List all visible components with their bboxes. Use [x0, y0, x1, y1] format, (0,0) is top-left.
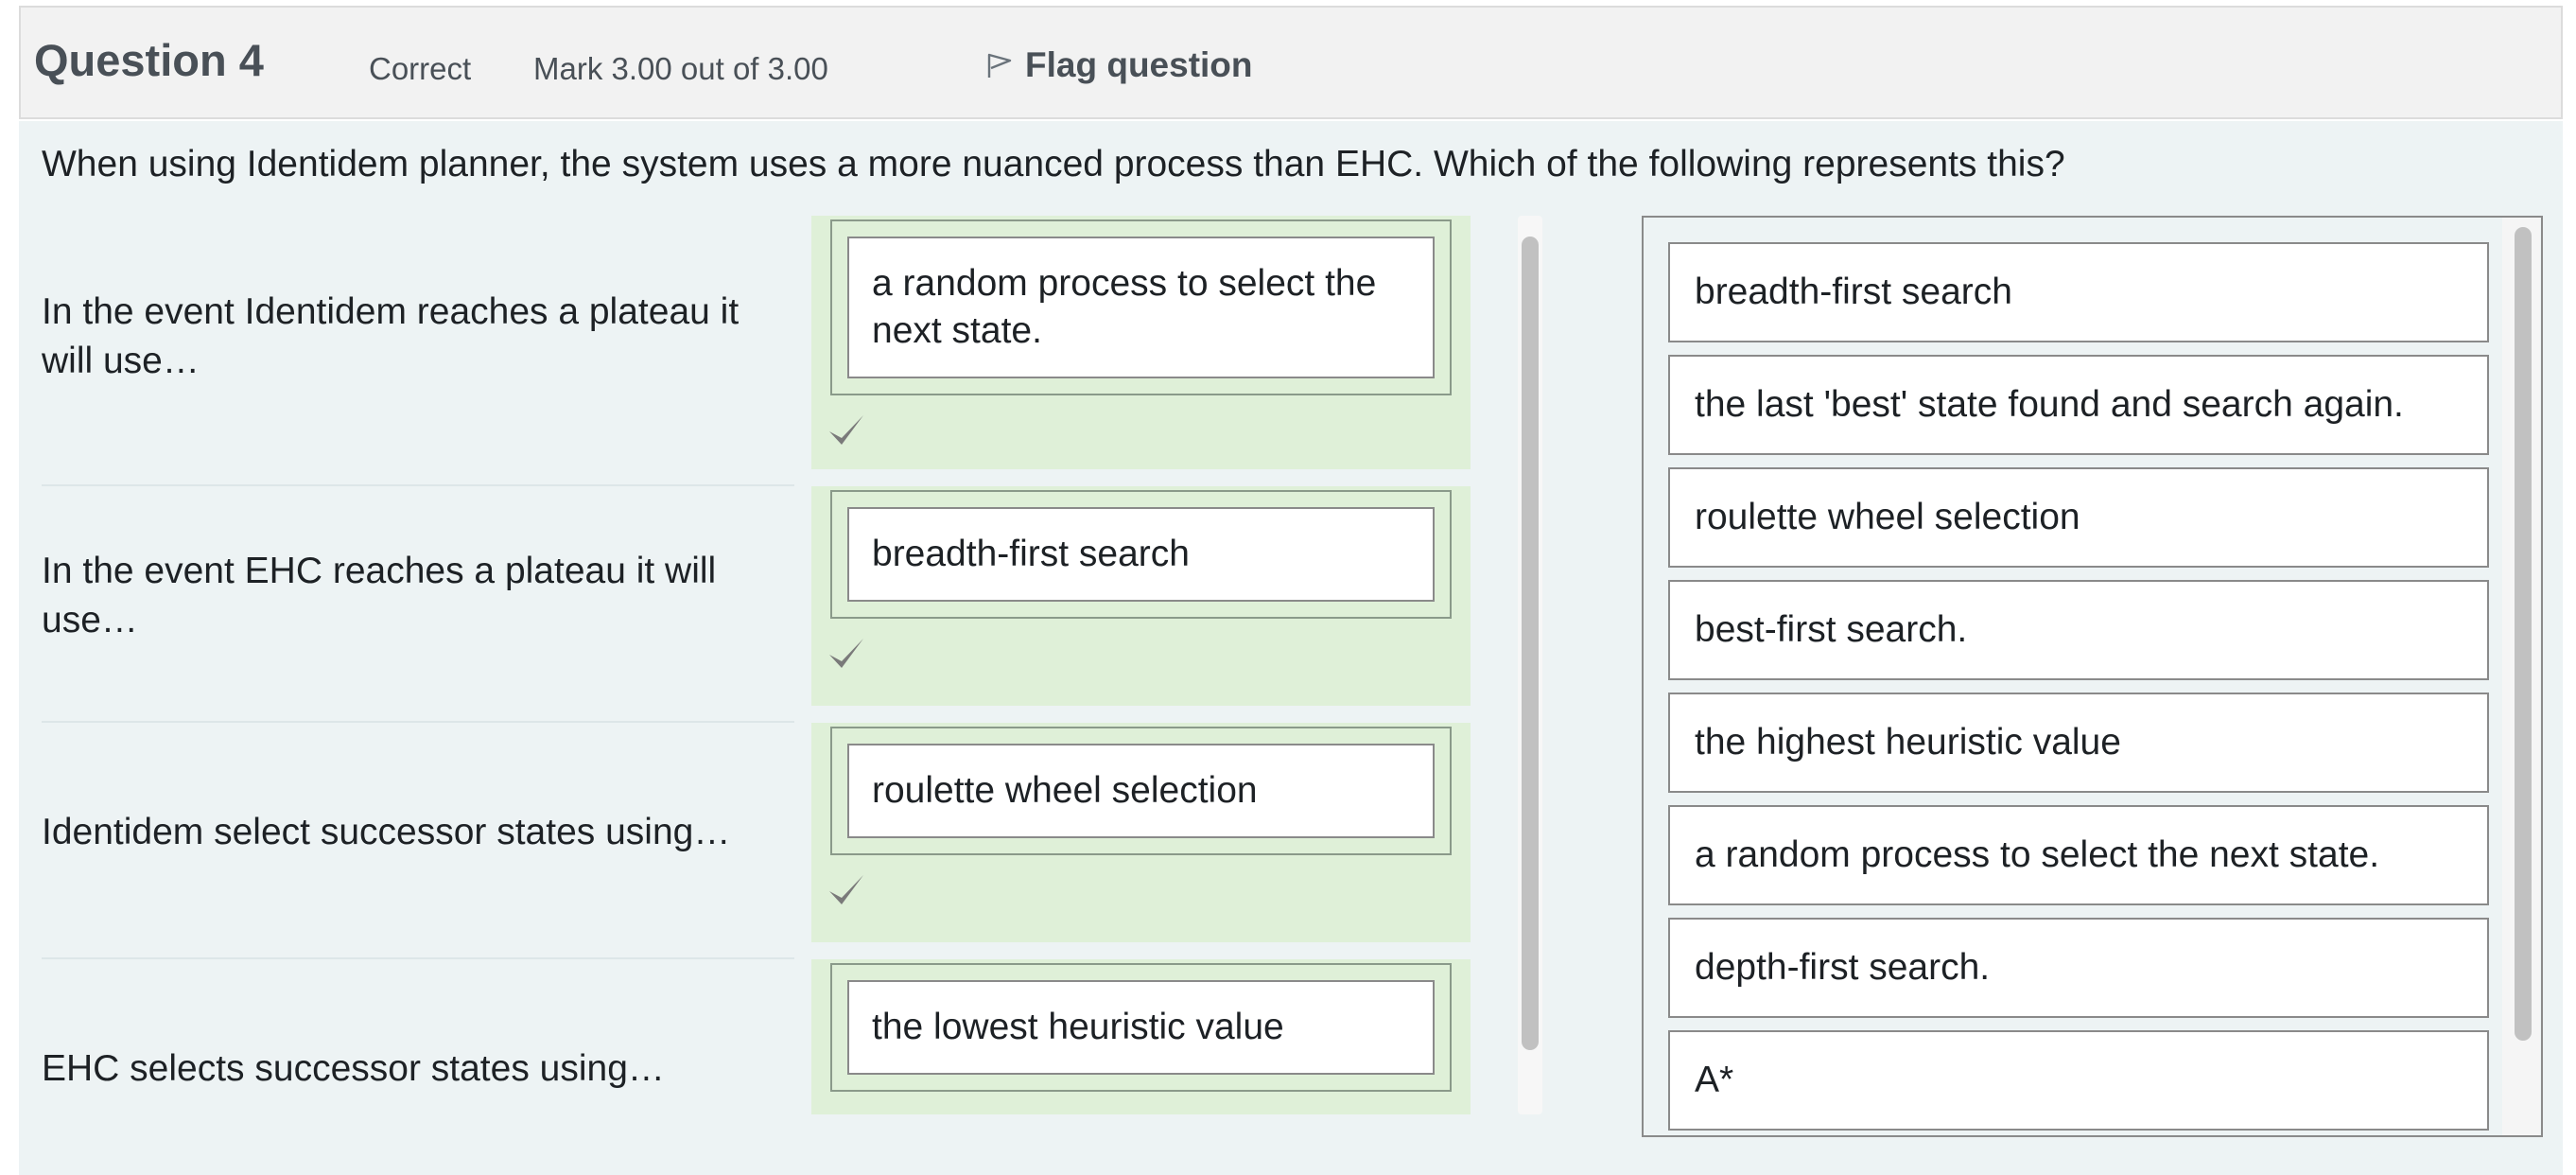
- question-text: When using Identidem planner, the system…: [42, 144, 2065, 184]
- row-divider: [42, 721, 794, 723]
- question-grade: Mark 3.00 out of 3.00: [533, 51, 828, 86]
- row-divider: [42, 484, 794, 486]
- choice-item[interactable]: breadth-first search: [1668, 242, 2489, 342]
- answer-slot[interactable]: the lowest heuristic value: [830, 963, 1452, 1092]
- scrollbar-thumb[interactable]: [2515, 227, 2532, 1041]
- stem-text: Identidem select successor states using…: [42, 812, 731, 852]
- choice-item[interactable]: roulette wheel selection: [1668, 467, 2489, 568]
- choice-item[interactable]: the last 'best' state found and search a…: [1668, 355, 2489, 455]
- drop-zone[interactable]: breadth-first search: [811, 486, 1471, 706]
- placed-answer[interactable]: a random process to select the next stat…: [847, 237, 1435, 378]
- placed-answer[interactable]: roulette wheel selection: [847, 744, 1435, 838]
- check-icon: [827, 411, 866, 450]
- stem-text: EHC selects successor states using…: [42, 1048, 665, 1089]
- question-state: Correct: [369, 51, 472, 86]
- drop-zone[interactable]: the lowest heuristic value: [811, 959, 1471, 1114]
- question-number: Question 4: [34, 35, 264, 85]
- answer-slot[interactable]: breadth-first search: [830, 490, 1452, 619]
- choice-item[interactable]: depth-first search.: [1668, 918, 2489, 1018]
- choice-item[interactable]: A*: [1668, 1030, 2489, 1131]
- flag-question-link[interactable]: Flag question: [985, 45, 1253, 85]
- answers-scrollbar[interactable]: [1518, 216, 1542, 1114]
- check-icon: [827, 870, 866, 910]
- stem-text: In the event EHC reaches a plateau it wi…: [42, 551, 717, 640]
- choice-item[interactable]: best-first search.: [1668, 580, 2489, 680]
- flag-icon: [985, 51, 1014, 79]
- flag-question-label: Flag question: [1025, 45, 1253, 84]
- choice-pool-scrollbar[interactable]: [2502, 218, 2540, 1135]
- answer-slot[interactable]: roulette wheel selection: [830, 727, 1452, 855]
- scrollbar-thumb[interactable]: [1522, 237, 1539, 1050]
- answer-slot[interactable]: a random process to select the next stat…: [830, 219, 1452, 395]
- placed-answer[interactable]: breadth-first search: [847, 507, 1435, 602]
- choice-item[interactable]: the highest heuristic value: [1668, 693, 2489, 793]
- choice-pool: breadth-first search the last 'best' sta…: [1642, 216, 2543, 1137]
- question-info-bar: Question 4 Correct Mark 3.00 out of 3.00…: [19, 6, 2563, 119]
- check-icon: [827, 634, 866, 674]
- question-content: When using Identidem planner, the system…: [19, 121, 2563, 1175]
- choice-item[interactable]: a random process to select the next stat…: [1668, 805, 2489, 905]
- drop-zone[interactable]: roulette wheel selection: [811, 723, 1471, 942]
- stem-text: In the event Identidem reaches a plateau…: [42, 291, 740, 381]
- placed-answer[interactable]: the lowest heuristic value: [847, 980, 1435, 1075]
- row-divider: [42, 957, 794, 959]
- drop-zone[interactable]: a random process to select the next stat…: [811, 216, 1471, 469]
